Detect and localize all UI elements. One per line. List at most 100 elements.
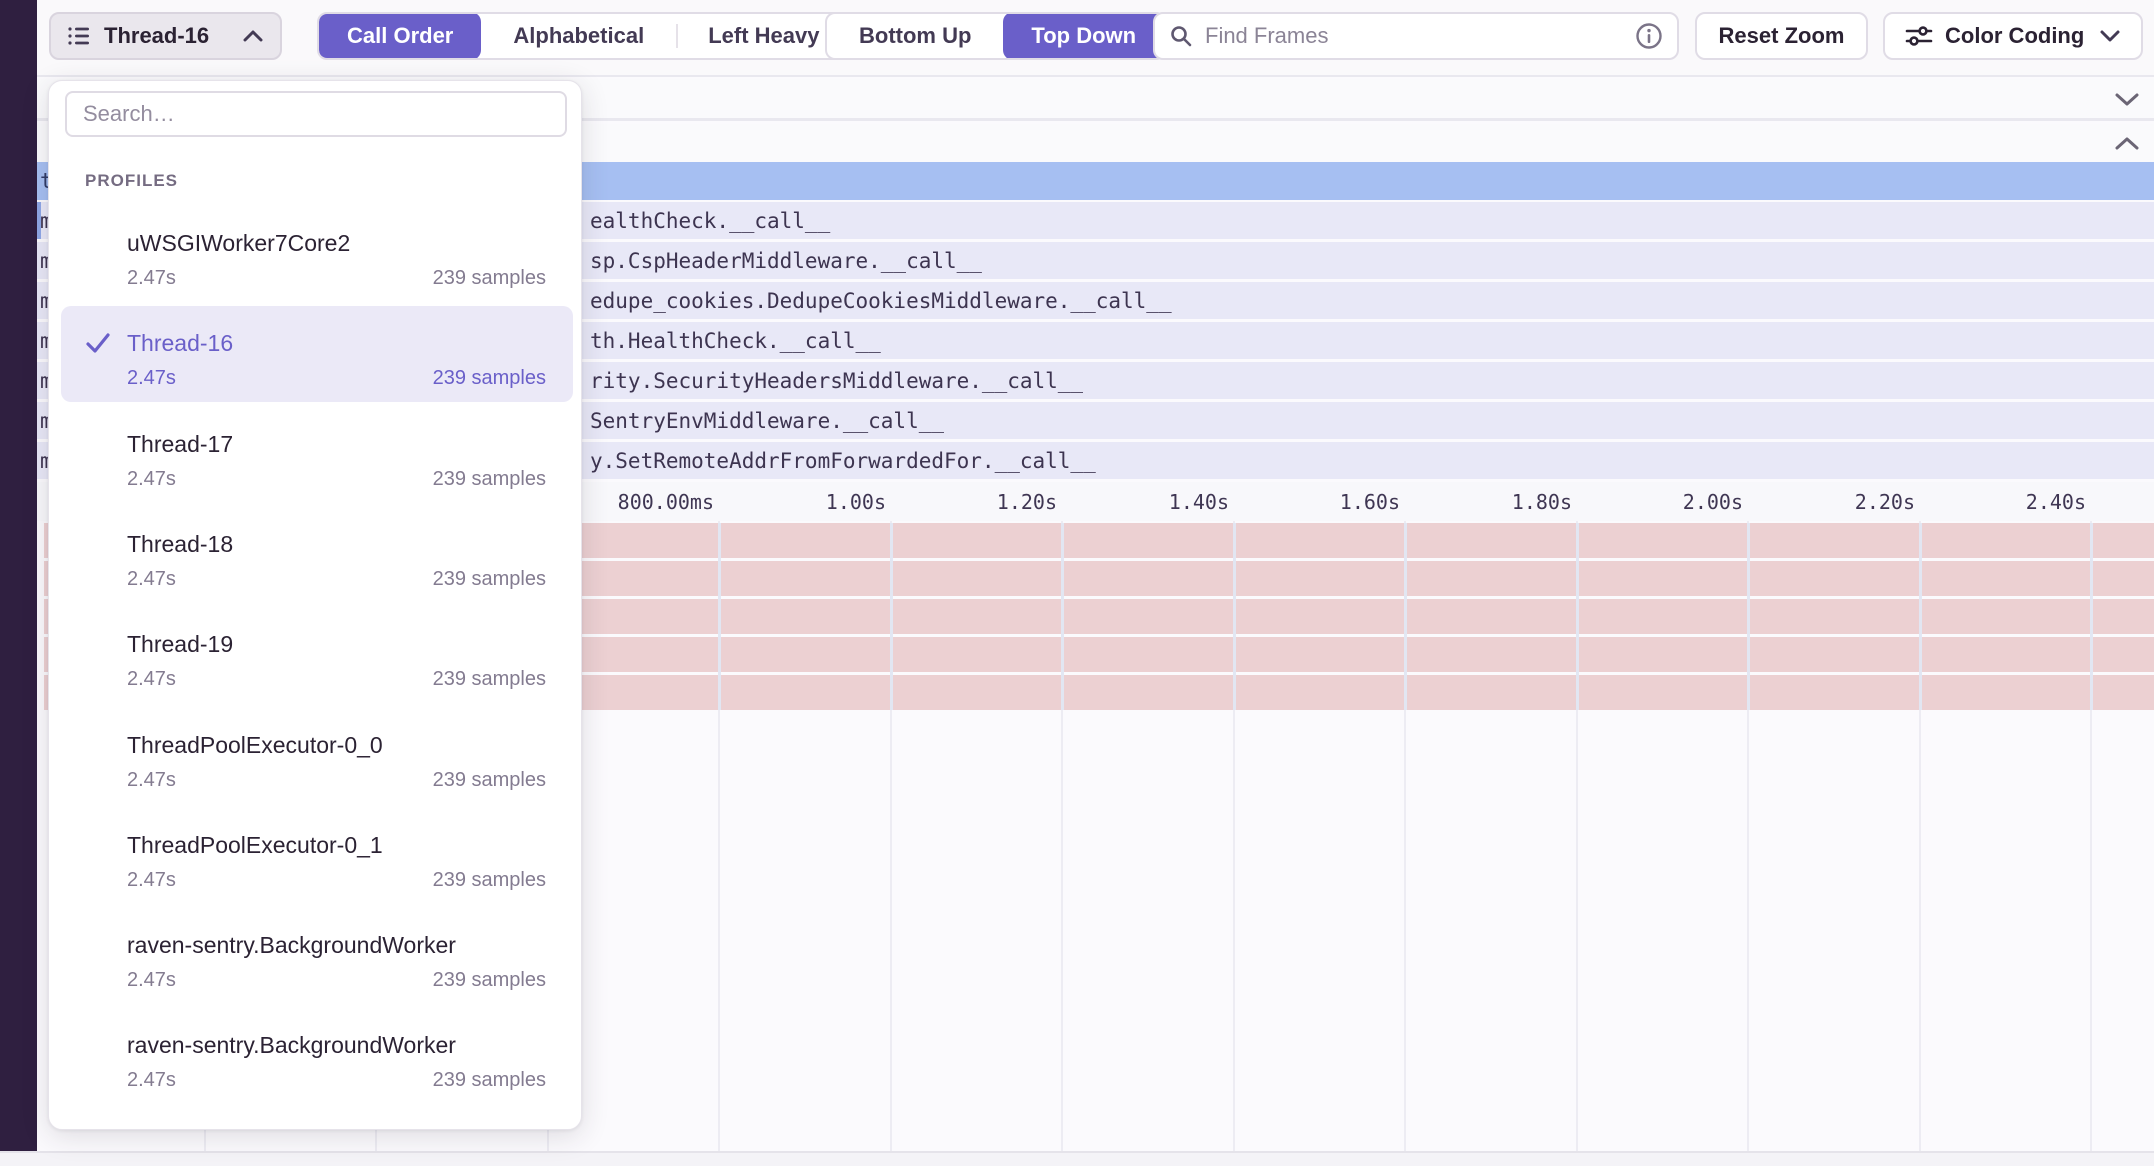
profile-meta: 2.47s 239 samples	[127, 966, 546, 994]
profile-duration: 2.47s	[127, 1066, 176, 1094]
bottom-strip	[0, 1151, 2154, 1166]
profile-duration: 2.47s	[127, 665, 176, 693]
profile-samples: 239 samples	[433, 866, 546, 894]
reset-zoom-button[interactable]: Reset Zoom	[1695, 12, 1868, 60]
color-coding-button[interactable]: Color Coding	[1883, 12, 2143, 60]
profile-meta: 2.47s239 samples	[127, 264, 546, 292]
profile-item-raven-sentry-backgroundworker[interactable]: raven-sentry.BackgroundWorker 2.47s 239 sa…	[61, 908, 573, 1004]
profile-duration: 2.47s	[127, 264, 176, 292]
profile-meta: 2.47s 239 samples	[127, 866, 546, 894]
profile-name: Thread-17	[127, 427, 546, 461]
profile-item-threadpoolexecutor-0-0[interactable]: ThreadPoolExecutor-0_0 2.47s 239 samples	[61, 708, 573, 804]
axis-tick-label: 1.60s	[1340, 490, 1404, 514]
find-frames-searchbox[interactable]	[1153, 12, 1679, 60]
axis-tick-label: 2.00s	[1683, 490, 1747, 514]
profile-item-thread-19[interactable]: Thread-19 2.47s 239 samples	[61, 607, 573, 703]
profile-name: Thread-18	[127, 527, 546, 561]
axis-tick-label: 800.00ms	[618, 490, 718, 514]
profile-name: uWSGIWorker7Core2	[127, 226, 546, 260]
find-frames-input[interactable]	[1205, 23, 1635, 49]
profile-name: ThreadPoolExecutor-0_1	[127, 828, 546, 862]
profile-duration: 2.47s	[127, 465, 176, 493]
frame-text: ealthCheck.__call__	[590, 209, 830, 233]
profile-meta: 2.47s 239 samples	[127, 1066, 546, 1094]
sliders-icon	[1905, 24, 1933, 48]
axis-tick-label: 2.40s	[2026, 490, 2090, 514]
profile-duration: 2.47s	[127, 866, 176, 894]
profile-meta: 2.47s 239 samples	[127, 766, 546, 794]
tab-alphabetical[interactable]: Alphabetical	[481, 12, 676, 60]
frame-text: sp.CspHeaderMiddleware.__call__	[590, 249, 982, 273]
profile-meta: 2.47s 239 samples	[127, 665, 546, 693]
color-coding-label: Color Coding	[1945, 23, 2084, 49]
time-gridline	[718, 523, 721, 710]
profile-item-raven-sentry-backgroundworker[interactable]: raven-sentry.BackgroundWorker 2.47s 239 sa…	[61, 1008, 573, 1104]
chevron-down-icon	[2099, 29, 2121, 43]
profile-meta: 2.47s 239 samples	[127, 465, 546, 493]
list-icon	[67, 24, 91, 48]
profile-meta: 2.47s 239 samples	[127, 364, 546, 392]
thread-selector-button[interactable]: Thread-16	[49, 12, 282, 60]
frame-text: rity.SecurityHeadersMiddleware.__call__	[590, 369, 1083, 393]
profile-name: Thread-19	[127, 627, 546, 661]
app-sidebar-edge	[0, 0, 37, 1151]
profile-samples: 239 samples	[433, 565, 546, 593]
axis-tick-label: 1.80s	[1512, 490, 1576, 514]
frame-text: edupe_cookies.DedupeCookiesMiddleware.__…	[590, 289, 1172, 313]
tab-bottom-up[interactable]: Bottom Up	[827, 12, 1003, 60]
profile-samples: 239 samples	[433, 465, 546, 493]
check-icon	[83, 328, 113, 358]
time-gridline	[1919, 523, 1922, 710]
sort-order-tabs: Call OrderAlphabeticalLeft Heavy	[317, 12, 853, 60]
time-gridline	[1061, 523, 1064, 710]
direction-tabs: Bottom UpTop Down	[825, 12, 1166, 60]
time-gridline	[890, 523, 893, 710]
profile-samples: 239 samples	[433, 966, 546, 994]
chevron-down-icon[interactable]	[2114, 91, 2140, 107]
profile-name: Thread-16	[127, 326, 546, 360]
profiler-flamegraph-view: t mealthCheck.__call__msp.CspHeaderMiddl…	[0, 0, 2154, 1166]
time-gridline	[2090, 523, 2093, 710]
profile-item-threadpoolexecutor-0-1[interactable]: ThreadPoolExecutor-0_1 2.47s 239 samples	[61, 808, 573, 904]
axis-tick-label: 1.00s	[826, 490, 890, 514]
profile-meta: 2.47s 239 samples	[127, 565, 546, 593]
profile-name: ThreadPoolExecutor-0_0	[127, 728, 546, 762]
profile-name: raven-sentry.BackgroundWorker	[127, 1028, 546, 1062]
reset-zoom-label: Reset Zoom	[1719, 23, 1845, 49]
profile-name: raven-sentry.BackgroundWorker	[127, 928, 546, 962]
time-gridline	[1576, 523, 1579, 710]
frame-text: th.HealthCheck.__call__	[590, 329, 881, 353]
search-icon	[1169, 24, 1193, 48]
thread-selector-label: Thread-16	[104, 23, 209, 49]
chevron-up-icon	[242, 29, 264, 43]
toolbar: Thread-16 Call OrderAlphabeticalLeft Hea…	[0, 0, 2154, 77]
profile-item-thread-17[interactable]: Thread-17 2.47s 239 samples	[61, 407, 573, 503]
time-gridline	[1747, 523, 1750, 710]
dropdown-search-input[interactable]	[83, 101, 549, 127]
time-gridline	[1233, 523, 1236, 710]
profile-item-uwsgiworker7core2[interactable]: uWSGIWorker7Core2 2.47s239 samples	[61, 206, 573, 302]
profile-samples: 239 samples	[433, 766, 546, 794]
profile-item-thread-16[interactable]: Thread-16 2.47s 239 samples	[61, 306, 573, 402]
profile-samples: 239 samples	[433, 1066, 546, 1094]
profile-samples: 239 samples	[433, 364, 546, 392]
frame-text: y.SetRemoteAddrFromForwardedFor.__call__	[590, 449, 1096, 473]
profile-duration: 2.47s	[127, 364, 176, 392]
tab-top-down[interactable]: Top Down	[1003, 12, 1164, 60]
profile-duration: 2.47s	[127, 565, 176, 593]
dropdown-searchbox[interactable]	[65, 91, 567, 137]
thread-dropdown-panel: PROFILES uWSGIWorker7Core22.47s239 sampl…	[48, 80, 582, 1130]
axis-tick-label: 1.40s	[1169, 490, 1233, 514]
info-icon[interactable]	[1635, 22, 1663, 50]
axis-tick-label: 2.20s	[1855, 490, 1919, 514]
profile-duration: 2.47s	[127, 766, 176, 794]
time-gridline	[1404, 523, 1407, 710]
profiles-section-label: PROFILES	[85, 171, 178, 191]
chevron-up-icon[interactable]	[2114, 135, 2140, 151]
frame-text: SentryEnvMiddleware.__call__	[590, 409, 944, 433]
profile-duration: 2.47s	[127, 966, 176, 994]
axis-tick-label: 1.20s	[997, 490, 1061, 514]
profile-samples: 239 samples	[433, 665, 546, 693]
profile-item-thread-18[interactable]: Thread-18 2.47s 239 samples	[61, 507, 573, 603]
tab-call-order[interactable]: Call Order	[319, 12, 481, 60]
